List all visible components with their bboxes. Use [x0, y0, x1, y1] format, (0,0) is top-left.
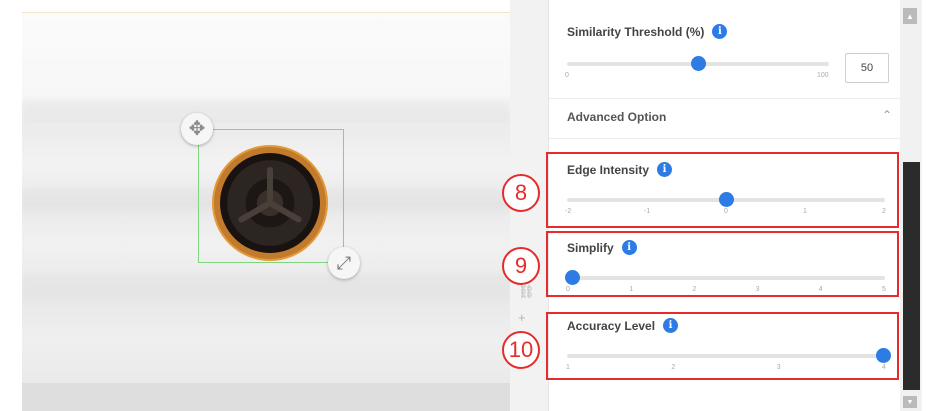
inspected-part-image — [214, 147, 326, 259]
similarity-max-label: 100 — [817, 72, 829, 79]
similarity-threshold-label: Similarity Threshold (%) i — [567, 24, 728, 39]
background-band — [22, 101, 510, 123]
callout-box-edge-intensity — [546, 152, 899, 228]
callout-number: 10 — [502, 331, 540, 369]
part-spoke — [267, 167, 273, 203]
similarity-min-label: 0 — [565, 72, 569, 79]
callout-number: 8 — [502, 174, 540, 212]
panel-scrollbar[interactable]: ▲ ▼ — [900, 0, 922, 411]
advanced-option-title: Advanced Option — [567, 110, 667, 124]
info-icon[interactable]: i — [712, 24, 728, 39]
similarity-threshold-text: Similarity Threshold (%) — [567, 24, 705, 39]
similarity-slider-track[interactable] — [567, 56, 829, 71]
advanced-option-header[interactable]: Advanced Option ⌃ — [549, 98, 901, 138]
scroll-down-icon[interactable]: ▼ — [903, 396, 917, 408]
plus-icon[interactable]: + — [518, 310, 526, 325]
callout-box-simplify — [546, 231, 899, 297]
image-viewer[interactable]: ✥ ⤢ — [22, 12, 510, 411]
scrollbar-thumb[interactable] — [903, 162, 920, 390]
part-center — [220, 153, 320, 253]
move-arrows-icon[interactable]: ✥ — [181, 113, 213, 145]
link-icon[interactable]: ⛓ — [518, 284, 535, 300]
callout-box-accuracy-level — [546, 312, 899, 380]
similarity-slider-knob[interactable] — [691, 56, 706, 71]
scroll-up-icon[interactable]: ▲ — [903, 8, 917, 24]
part-spoke — [268, 200, 303, 224]
viewer-footer — [22, 383, 510, 411]
background-band — [22, 275, 510, 297]
left-margin — [0, 0, 22, 411]
divider — [549, 138, 901, 139]
part-spoke — [237, 200, 272, 224]
callout-number: 9 — [502, 247, 540, 285]
similarity-value-input[interactable]: 50 — [845, 53, 889, 83]
chevron-up-icon[interactable]: ⌃ — [882, 108, 892, 122]
resize-diagonal-icon[interactable]: ⤢ — [328, 247, 360, 279]
